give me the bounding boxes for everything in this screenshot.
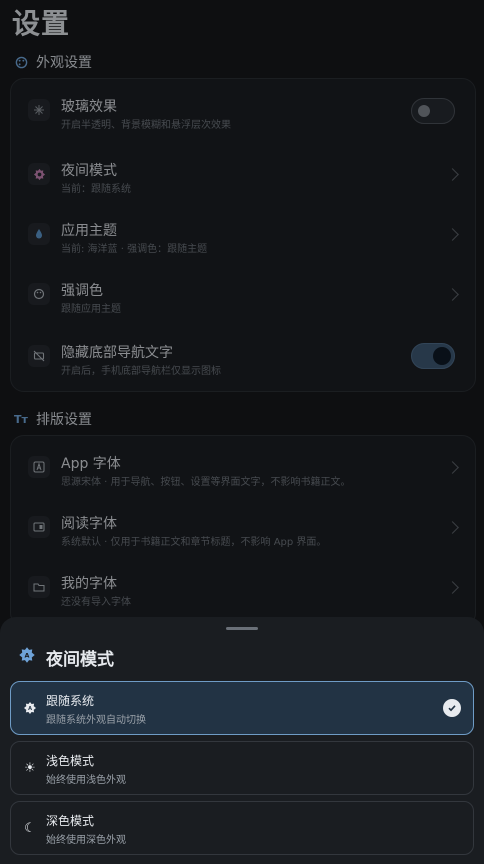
moon-icon: ☾ (24, 820, 36, 836)
svg-text:A: A (28, 706, 32, 712)
sheet-title: 夜间模式 (46, 650, 114, 670)
option-subtitle: 始终使用浅色外观 (46, 775, 126, 786)
option-subtitle: 始终使用深色外观 (46, 835, 126, 846)
svg-text:A: A (25, 652, 30, 660)
night-mode-sheet: A 夜间模式 A 跟随系统 跟随系统外观自动切换 ☀ 浅色模式 始终使用浅色外观… (0, 617, 484, 864)
option-light-mode[interactable]: ☀ 浅色模式 始终使用浅色外观 (10, 741, 474, 795)
option-dark-mode[interactable]: ☾ 深色模式 始终使用深色外观 (10, 801, 474, 855)
checkmark-icon (443, 699, 461, 717)
night-mode-icon: A (18, 646, 36, 669)
sun-icon: ☀ (24, 760, 36, 776)
sheet-grabber[interactable] (226, 627, 258, 630)
option-title: 跟随系统 (46, 694, 95, 708)
sheet-header: A 夜间模式 (18, 645, 114, 670)
option-title: 深色模式 (46, 814, 95, 828)
option-subtitle: 跟随系统外观自动切换 (46, 715, 146, 726)
auto-mode-icon: A (22, 700, 38, 716)
option-title: 浅色模式 (46, 754, 95, 768)
option-follow-system[interactable]: A 跟随系统 跟随系统外观自动切换 (10, 681, 474, 735)
